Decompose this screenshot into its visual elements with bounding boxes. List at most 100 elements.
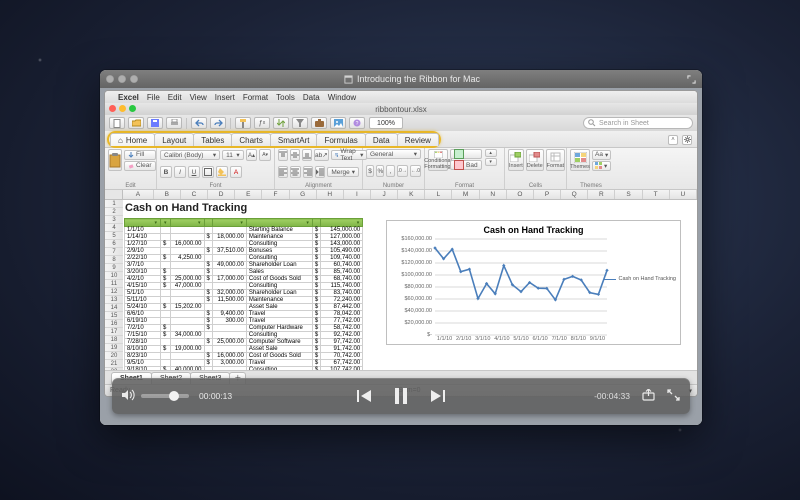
ribbon-options-button[interactable] [682,135,692,145]
excel-zoom-button[interactable] [129,105,136,112]
align-right-button[interactable] [303,166,313,178]
merge-button[interactable]: Merge▾ [327,167,359,177]
open-button[interactable] [128,117,144,129]
tab-home[interactable]: ⌂Home [110,133,155,146]
window-traffic-lights[interactable] [106,75,138,83]
menu-view[interactable]: View [190,93,207,102]
zoom-selector[interactable]: 100% [369,117,403,129]
app-menu[interactable]: Excel [118,93,139,102]
table-row[interactable]: 1/1/10Starting Balance$145,000.00 [125,227,363,234]
clear-button[interactable]: Clear [124,161,156,171]
orientation-button[interactable]: ab↗ [314,149,329,161]
share-button[interactable] [642,389,655,403]
number-format-selector[interactable]: General▾ [366,149,421,159]
underline-button[interactable]: U [188,166,200,178]
table-row[interactable]: 3/20/10$$Sales$85,740.00 [125,269,363,276]
excel-close-button[interactable] [109,105,116,112]
table-row[interactable]: 2/9/10$37,510.00Bonuses$105,490.00 [125,248,363,255]
show-formulas-button[interactable]: ƒx [254,117,270,129]
new-doc-button[interactable] [109,117,125,129]
toolbox-button[interactable] [311,117,327,129]
align-left-button[interactable] [278,166,288,178]
table-row[interactable]: 7/28/10$25,000.00Computer Software$97,74… [125,339,363,346]
ribbon-collapse-button[interactable]: ˄ [668,135,678,145]
table-row[interactable]: 8/23/10$16,000.00Cost of Goods Sold$70,7… [125,353,363,360]
table-row[interactable]: 5/1/10$32,000.00Shareholder Loan$83,740.… [125,290,363,297]
menu-file[interactable]: File [147,93,160,102]
table-row[interactable]: 9/5/10$3,000.00Travel$67,742.00 [125,360,363,367]
align-center-button[interactable] [290,166,300,178]
themes-button[interactable]: Themes [570,149,590,171]
table-row[interactable]: 7/2/10$$Computer Hardware$58,742.00 [125,325,363,332]
font-size-selector[interactable]: 11▾ [222,150,244,160]
close-dot[interactable] [106,75,114,83]
styles-down-button[interactable]: ▾ [485,158,497,166]
paste-button[interactable] [108,149,122,171]
table-row[interactable]: 5/24/10$15,202.00Asset Sale$87,442.00 [125,304,363,311]
menu-data[interactable]: Data [303,93,320,102]
table-row[interactable]: 4/15/10$47,000.00Consulting$115,740.00 [125,283,363,290]
sort-button[interactable] [273,117,289,129]
menu-format[interactable]: Format [243,93,268,102]
volume-slider[interactable] [141,394,189,398]
data-table[interactable]: ▾ ▾ ▾ ▾ ▾ ▾ 1/1/10Starting Balance$145,0… [124,218,363,370]
table-row[interactable]: 1/27/10$16,000.00Consulting$143,000.00 [125,241,363,248]
worksheet-area[interactable]: ABCDEFGHIJKLMNOPQRSTU 123456789101112131… [105,190,697,370]
wrap-text-button[interactable]: Wrap Text▾ [331,150,368,160]
conditional-formatting-button[interactable]: Conditional Formatting [428,149,448,171]
menu-insert[interactable]: Insert [215,93,235,102]
select-all-corner[interactable] [105,190,123,200]
redo-button[interactable] [210,117,226,129]
tab-data[interactable]: Data [365,133,398,146]
accounting-format-button[interactable]: $ [366,165,374,177]
fast-forward-button[interactable] [428,387,446,405]
zoom-dot[interactable] [130,75,138,83]
menu-tools[interactable]: Tools [276,93,295,102]
align-bottom-button[interactable] [302,149,312,161]
chart-cash-on-hand[interactable]: Cash on Hand Tracking $-$20,000.00$40,00… [386,220,681,345]
table-row[interactable]: 1/14/10$18,000.00Maintenance$127,000.00 [125,234,363,241]
volume-icon[interactable] [122,389,135,403]
print-button[interactable] [166,117,182,129]
font-name-selector[interactable]: Calibri (Body)▾ [160,150,220,160]
styles-up-button[interactable]: ▴ [485,149,497,157]
menu-window[interactable]: Window [328,93,356,102]
tab-tables[interactable]: Tables [193,133,232,146]
table-row[interactable]: 6/6/10$9,400.00Travel$78,042.00 [125,311,363,318]
insert-cells-button[interactable]: Insert [508,149,524,171]
comma-format-button[interactable]: , [386,165,394,177]
tab-review[interactable]: Review [397,133,439,146]
table-row[interactable]: 7/15/10$34,000.00Consulting$92,742.00 [125,332,363,339]
excel-minimize-button[interactable] [119,105,126,112]
minimize-dot[interactable] [118,75,126,83]
tab-smartart[interactable]: SmartArt [270,133,318,146]
table-row[interactable]: 5/11/10$11,500.00Maintenance$72,240.00 [125,297,363,304]
percent-format-button[interactable]: % [376,165,384,177]
bold-button[interactable]: B [160,166,172,178]
decrease-indent-button[interactable] [315,166,325,178]
rewind-button[interactable] [356,387,374,405]
align-middle-button[interactable] [290,149,300,161]
table-row[interactable]: 4/2/10$25,000.00$17,000.00Cost of Goods … [125,276,363,283]
align-top-button[interactable] [278,149,288,161]
row-headers[interactable]: 1234567891011121314151617181920212223242… [105,200,123,370]
fullscreen-corner-icon[interactable] [686,75,696,84]
theme-font-button[interactable]: Aa▾ [592,150,611,160]
help-button[interactable]: ? [349,117,365,129]
font-color-button[interactable]: A [230,166,242,178]
enter-fullscreen-button[interactable] [667,389,680,403]
pause-button[interactable] [392,387,410,405]
grow-font-button[interactable]: A▴ [246,149,258,161]
borders-button[interactable] [202,166,214,178]
theme-colors-button[interactable]: ▾ [592,161,611,171]
table-row[interactable]: 6/19/10$300.00Travel$77,742.00 [125,318,363,325]
shrink-font-button[interactable]: A▾ [259,149,271,161]
column-headers[interactable]: ABCDEFGHIJKLMNOPQRSTU [123,190,697,200]
style-bad[interactable]: Bad [450,160,482,170]
search-input[interactable]: Search in Sheet [583,117,693,129]
decrease-decimal-button[interactable]: ←.0 [410,165,421,177]
table-row[interactable]: 2/22/10$4,250.00Consulting$109,740.00 [125,255,363,262]
delete-cells-button[interactable]: Delete [526,149,544,171]
format-painter-button[interactable] [235,117,251,129]
table-row[interactable]: 8/10/10$19,000.00Asset Sale$91,742.00 [125,346,363,353]
